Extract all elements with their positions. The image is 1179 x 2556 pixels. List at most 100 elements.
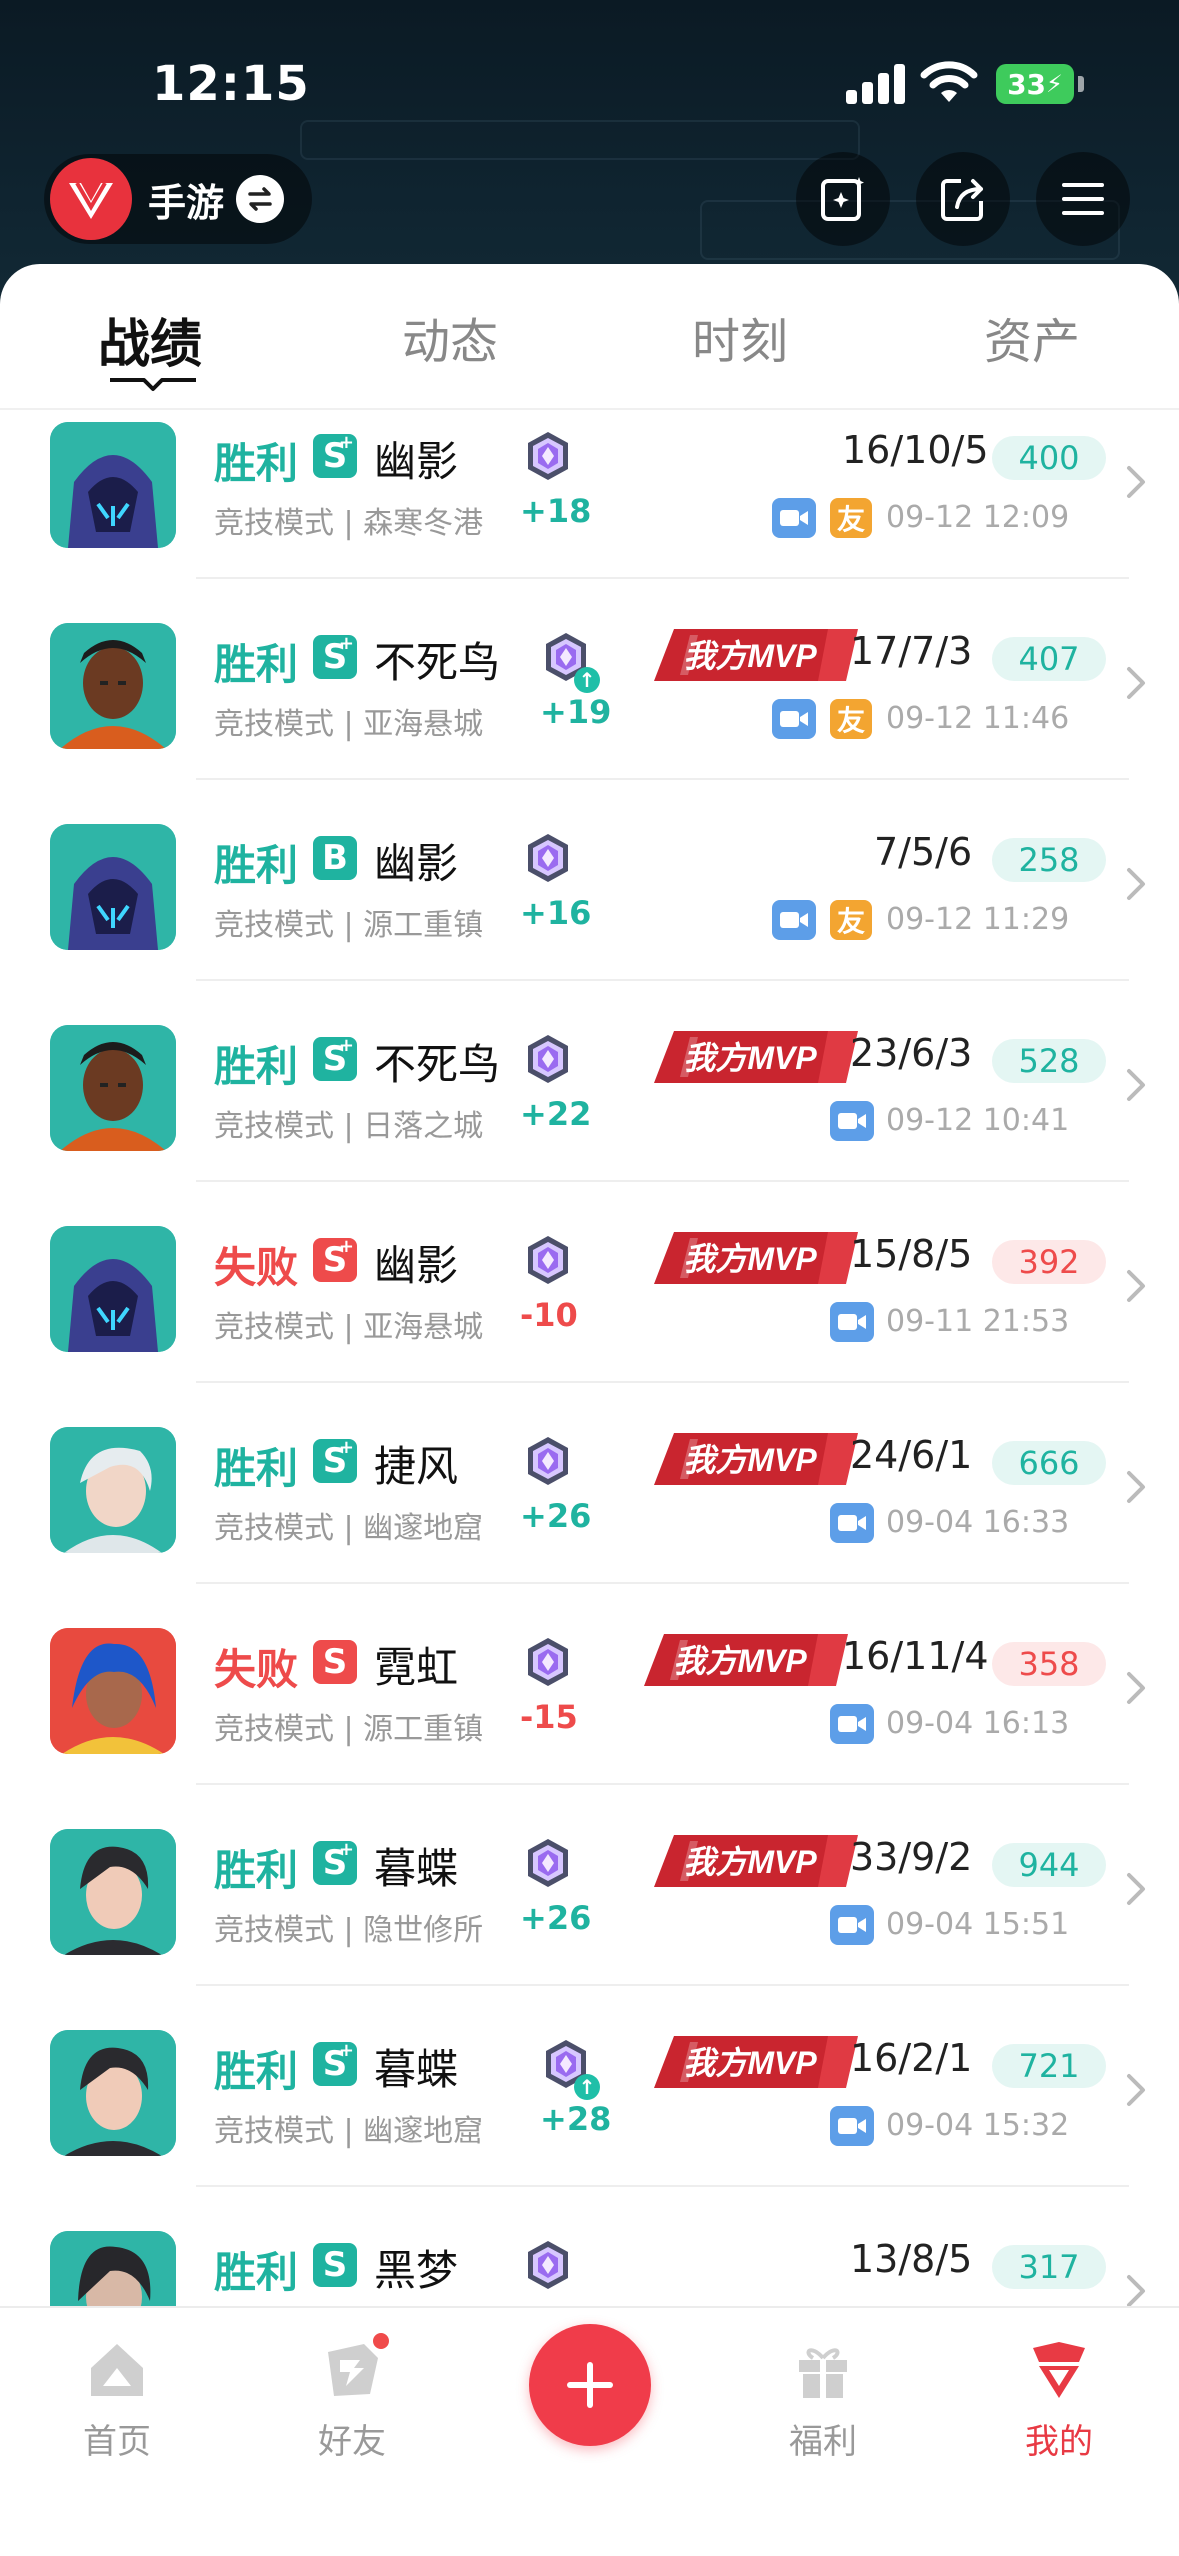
match-row[interactable]: 胜利 S + 幽影 竞技模式 | 森寒冬港 +18 16/10/5 400 友 09-12 12:… — [0, 408, 1179, 579]
video-replay-icon[interactable] — [772, 498, 816, 538]
match-row[interactable]: 胜利 S + 暮蝶 竞技模式 | 幽邃地窟 ↑ +28 我方MVP 16/2/1 721 09-04… — [0, 1986, 1179, 2187]
kda: 17/7/3 — [850, 629, 973, 673]
grade-plus: + — [338, 1236, 354, 1257]
kda: 13/8/5 — [850, 2237, 973, 2281]
hero-name: 霓虹 — [374, 1643, 459, 1692]
video-replay-icon[interactable] — [772, 699, 816, 739]
gift-icon — [799, 2348, 847, 2398]
hero-avatar — [50, 422, 176, 548]
match-row[interactable]: 胜利 S + 捷风 竞技模式 | 幽邃地窟 +26 我方MVP 24/6/1 666 09-04 … — [0, 1383, 1179, 1584]
grade-badge: S + — [313, 1236, 357, 1282]
grade-plus: + — [338, 1437, 354, 1458]
rank-points-change: +26 — [520, 1899, 592, 1937]
friends-notification-dot — [370, 2330, 392, 2352]
grade-badge: S + — [313, 1035, 357, 1081]
grade-badge: S + — [313, 1839, 357, 1885]
rank-icon — [522, 430, 574, 482]
match-row[interactable]: 失败 S + 幽影 竞技模式 | 亚海悬城 -10 我方MVP 15/8/5 392 09-11 … — [0, 1182, 1179, 1383]
home-icon — [91, 2344, 143, 2396]
hero-name: 暮蝶 — [374, 2045, 459, 2094]
game-switcher[interactable]: 手游 — [44, 154, 312, 244]
video-replay-icon[interactable] — [772, 900, 816, 940]
add-note-button[interactable] — [796, 152, 890, 246]
menu-button[interactable] — [1036, 152, 1130, 246]
video-replay-icon[interactable] — [830, 1704, 874, 1744]
plus-icon — [567, 2362, 613, 2408]
sparkle-card-icon — [821, 177, 864, 221]
match-score: 721 — [992, 2044, 1106, 2088]
friend-badge: 友 — [830, 498, 872, 538]
swap-icon — [236, 175, 285, 223]
game-switch-label: 手游 — [148, 180, 225, 225]
friend-badge: 友 — [830, 900, 872, 940]
nav-profile[interactable]: 我的 — [979, 2328, 1139, 2478]
mvp-label: 我方MVP — [683, 1442, 817, 1478]
nav-benefits[interactable]: 福利 — [743, 2328, 903, 2478]
match-row[interactable]: 胜利 S + 不死鸟 竞技模式 | 亚海悬城 ↑ +19 我方MVP 17/7/3 407 友 09-… — [0, 579, 1179, 780]
match-time: 09-12 10:41 — [886, 1103, 1070, 1138]
kda: 16/11/4 — [842, 1634, 989, 1678]
chevron-right-icon — [1124, 2273, 1148, 2308]
chevron-right-icon — [1124, 1067, 1148, 1103]
match-time: 09-12 11:29 — [886, 902, 1070, 937]
hero-name: 幽影 — [374, 839, 459, 888]
match-row[interactable]: 胜利 S + 不死鸟 竞技模式 | 日落之城 +22 我方MVP 23/6/3 528 09-12… — [0, 981, 1179, 1182]
match-result: 失败 — [214, 1243, 299, 1292]
video-replay-icon[interactable] — [830, 1302, 874, 1342]
match-score: 400 — [992, 436, 1106, 480]
nav-friends[interactable]: 好友 — [272, 2328, 432, 2478]
tab-bar: 战绩 动态 时刻 资产 — [0, 264, 1179, 410]
video-replay-icon[interactable] — [830, 1503, 874, 1543]
rank-icon — [522, 1033, 574, 1085]
wifi-icon — [920, 61, 978, 102]
match-list[interactable]: 胜利 S + 幽影 竞技模式 | 森寒冬港 +18 16/10/5 400 友 09-12 12:… — [0, 408, 1179, 2308]
grade-badge: S + — [313, 633, 357, 679]
match-time: 09-12 12:09 — [886, 500, 1070, 535]
match-row[interactable]: 胜利 B 幽影 竞技模式 | 源工重镇 +16 7/5/6 258 友 09-12 11:29 — [0, 780, 1179, 981]
rank-points-change: +19 — [540, 693, 612, 731]
rank-icon — [522, 832, 574, 884]
grade-plus: + — [338, 2040, 354, 2061]
grade-plus: + — [338, 633, 354, 654]
mvp-label: 我方MVP — [673, 1643, 807, 1679]
match-row[interactable]: 胜利S黑梦竞技模式 | 日落之城+2113/8/5317友09-01 13:01 — [0, 2187, 1179, 2308]
chevron-right-icon — [1124, 1871, 1148, 1907]
match-result: 胜利 — [214, 2248, 299, 2297]
app-logo — [50, 158, 132, 240]
match-mode-map: 竞技模式 | 森寒冬港 — [214, 506, 484, 541]
match-mode-map: 竞技模式 | 日落之城 — [214, 1109, 484, 1144]
match-result: 胜利 — [214, 1444, 299, 1493]
chevron-right-icon — [1124, 1469, 1148, 1505]
bottom-nav: 首页 好友 福利 我的 — [0, 2306, 1179, 2556]
kda: 15/8/5 — [850, 1232, 973, 1276]
tab-moments[interactable]: 时刻 — [692, 302, 788, 372]
kda: 7/5/6 — [874, 830, 973, 874]
video-replay-icon[interactable] — [830, 2106, 874, 2146]
nav-home[interactable]: 首页 — [37, 2328, 197, 2478]
grade-plus: + — [338, 432, 354, 453]
create-button[interactable] — [529, 2324, 651, 2446]
match-row[interactable]: 胜利 S + 暮蝶 竞技模式 | 隐世修所 +26 我方MVP 33/9/2 944 09-04 … — [0, 1785, 1179, 1986]
tab-assets[interactable]: 资产 — [984, 302, 1080, 372]
battery-cap — [1078, 76, 1084, 92]
hero-avatar — [50, 623, 176, 749]
rank-icon — [522, 1435, 574, 1487]
tab-records[interactable]: 战绩 — [98, 302, 202, 377]
match-row[interactable]: 失败 S 霓虹 竞技模式 | 源工重镇 -15 我方MVP 16/11/4 358 09-04 … — [0, 1584, 1179, 1785]
video-replay-icon[interactable] — [830, 1905, 874, 1945]
video-replay-icon[interactable] — [830, 1101, 874, 1141]
match-result: 失败 — [214, 1645, 299, 1694]
tab-activity[interactable]: 动态 — [402, 302, 498, 372]
mvp-label: 我方MVP — [683, 2045, 817, 2081]
hero-name: 黑梦 — [374, 2246, 459, 2295]
mvp-label: 我方MVP — [683, 1040, 817, 1076]
match-result: 胜利 — [214, 2047, 299, 2096]
grade-badge: S + — [313, 1437, 357, 1483]
mvp-badge: 我方MVP — [650, 625, 860, 685]
kda: 16/2/1 — [850, 2036, 973, 2080]
hero-avatar — [50, 2030, 176, 2156]
profile-icon — [1033, 2342, 1085, 2398]
match-time: 09-04 15:32 — [886, 2108, 1070, 2143]
share-button[interactable] — [916, 152, 1010, 246]
match-result: 胜利 — [214, 1846, 299, 1895]
